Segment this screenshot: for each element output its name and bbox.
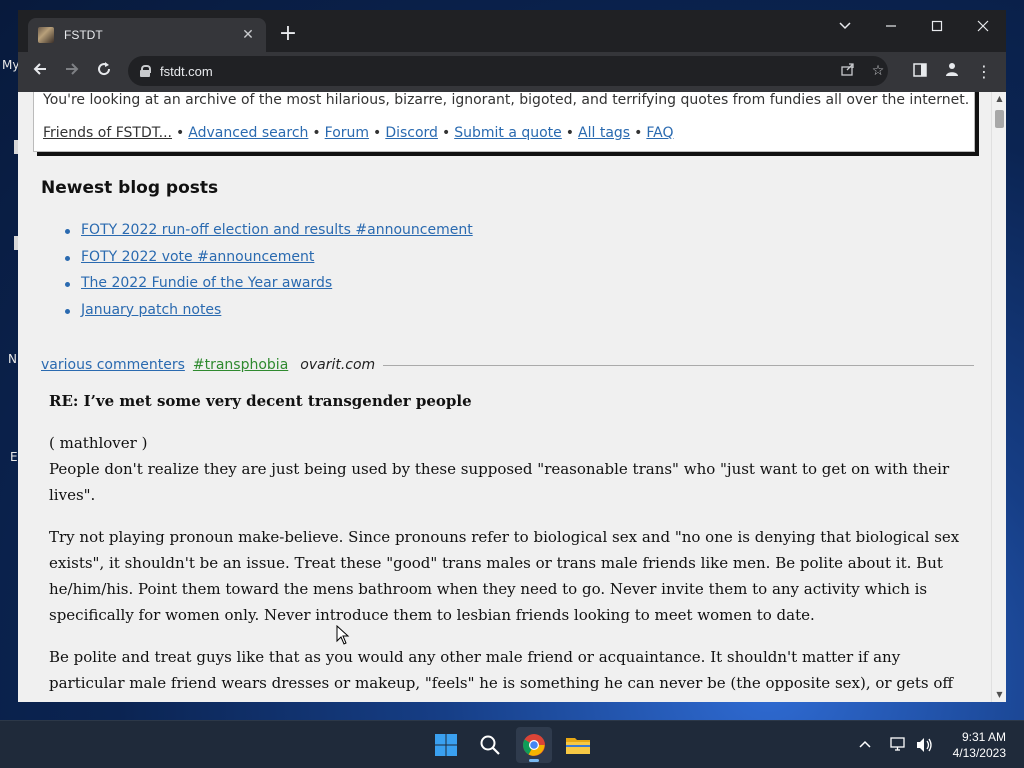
reload-button[interactable] [92,60,116,84]
nav-separator: • [312,125,321,141]
blog-post-link[interactable]: January patch notes [81,302,221,318]
quote-title: RE: I’ve met some very decent transgende… [49,392,472,410]
chrome-icon [523,734,545,756]
profile-icon[interactable] [940,60,964,84]
scrollbar-thumb[interactable] [995,110,1004,128]
blog-post-link[interactable]: FOTY 2022 vote #announcement [81,249,314,265]
forward-button[interactable] [60,60,84,84]
quote-meta: various commenters #transphobia ovarit.c… [41,355,974,375]
list-item: FOTY 2022 run-off election and results #… [65,222,473,249]
speaker-icon [917,738,932,752]
taskbar: 9:31 AM 4/13/2023 [0,720,1024,768]
all-tags-link[interactable]: All tags [578,125,630,141]
lock-icon[interactable] [140,65,151,77]
browser-toolbar: fstdt.com ☆ ⋮ [18,52,1006,92]
site-favicon-icon [38,27,54,43]
active-indicator [529,759,539,762]
folder-icon [566,738,590,754]
quote-source: ovarit.com [300,357,376,373]
tab-search-chevron-icon[interactable] [828,16,862,40]
address-bar[interactable]: fstdt.com ☆ [128,56,888,86]
site-nav: Friends of FSTDT... • Advanced search • Foru… [43,125,674,141]
system-clock[interactable]: 9:31 AM 4/13/2023 [953,729,1006,761]
taskbar-file-explorer-button[interactable] [560,727,596,763]
clock-time: 9:31 AM [961,730,1006,744]
network-status-button[interactable] [890,721,908,768]
taskbar-chrome-button[interactable] [516,727,552,763]
quote-author-link[interactable]: various commenters [41,357,185,373]
friends-link[interactable]: Friends of FSTDT... [43,125,172,141]
menu-kebab-icon[interactable]: ⋮ [972,60,996,84]
desktop-icon-label[interactable]: E [10,450,18,464]
bookmark-star-icon[interactable]: ☆ [868,61,888,81]
nav-separator: • [441,125,451,141]
nav-separator: • [373,125,382,141]
advanced-search-link[interactable]: Advanced search [188,125,308,141]
side-panel-icon[interactable] [908,60,932,84]
nav-separator: • [176,125,185,141]
site-header: You're looking at an archive of the most… [33,92,975,152]
quote-tag-link[interactable]: #transphobia [193,357,288,373]
blog-post-link[interactable]: FOTY 2022 run-off election and results #… [81,222,473,238]
network-icon [890,737,905,751]
volume-button[interactable] [916,721,934,768]
desktop-icon-label[interactable]: N [8,352,17,366]
show-hidden-icons-button[interactable] [858,721,872,768]
scroll-down-arrow-icon[interactable]: ▼ [992,688,1006,702]
forum-link[interactable]: Forum [325,125,369,141]
browser-tab[interactable]: FSTDT ✕ [28,18,266,52]
browser-window: FSTDT ✕ + fstdt.com ☆ ⋮ You're looking a… [18,10,1006,702]
vertical-scrollbar[interactable]: ▲ ▼ [991,92,1006,702]
windows-logo-icon [435,734,457,756]
close-window-button[interactable] [966,16,1000,40]
nav-separator: • [565,125,575,141]
search-icon [480,735,500,755]
page-viewport[interactable]: You're looking at an archive of the most… [18,92,1006,702]
url-text: fstdt.com [160,63,213,79]
scroll-up-arrow-icon[interactable]: ▲ [992,92,1006,106]
back-button[interactable] [28,60,52,84]
share-icon[interactable] [838,61,858,81]
minimize-button[interactable] [874,16,908,40]
tab-title: FSTDT [64,28,103,42]
tab-strip: FSTDT ✕ + [18,10,1006,52]
divider [383,364,974,366]
quote-paragraph: Be polite and treat guys like that as yo… [49,648,963,702]
quote-paragraph: Try not playing pronoun make-believe. Si… [49,528,960,624]
nav-separator: • [634,125,643,141]
faq-link[interactable]: FAQ [646,125,673,141]
close-tab-icon[interactable]: ✕ [240,27,256,43]
list-item: FOTY 2022 vote #announcement [65,249,473,276]
search-button[interactable] [472,727,508,763]
list-item: January patch notes [65,302,473,329]
quote-paragraph: People don't realize they are just being… [49,460,950,504]
clock-date: 4/13/2023 [952,746,1006,760]
submit-quote-link[interactable]: Submit a quote [454,125,562,141]
desktop-icon-label[interactable]: My [2,58,19,72]
blog-post-list: FOTY 2022 run-off election and results #… [65,222,473,329]
quote-body: RE: I’ve met some very decent transgende… [49,388,969,702]
quote-user: ( mathlover ) [49,434,148,452]
list-item: The 2022 Fundie of the Year awards [65,275,473,302]
discord-link[interactable]: Discord [385,125,438,141]
chevron-up-icon [859,740,871,748]
new-tab-button[interactable]: + [276,23,300,47]
start-button[interactable] [428,727,464,763]
blog-heading: Newest blog posts [41,178,219,198]
intro-text: You're looking at an archive of the most… [43,92,970,108]
maximize-button[interactable] [920,16,954,40]
blog-post-link[interactable]: The 2022 Fundie of the Year awards [81,275,332,291]
